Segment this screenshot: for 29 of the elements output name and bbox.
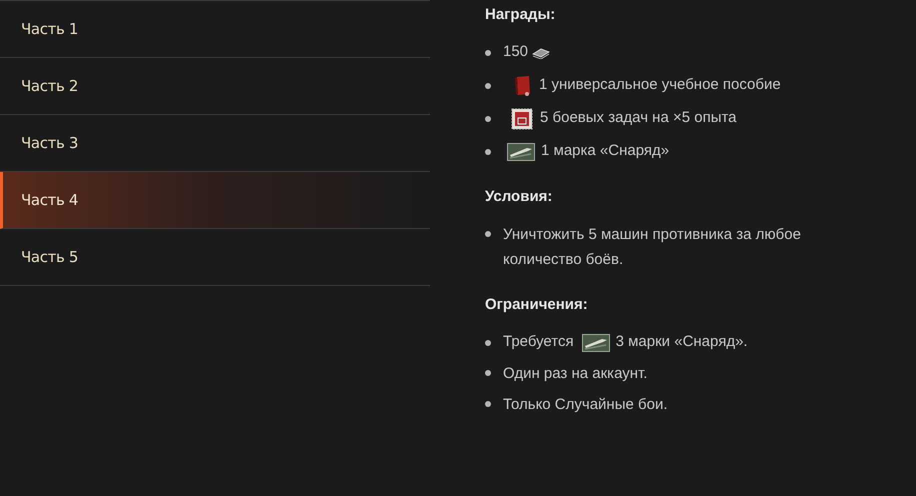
bullet-icon <box>485 50 491 56</box>
bullet-icon <box>485 340 491 346</box>
part-tab[interactable]: Часть 2 <box>0 58 430 115</box>
list-text: 3 марки «Снаряд». <box>616 332 748 352</box>
bullet-icon <box>485 231 491 237</box>
list-text: 150 <box>503 42 528 62</box>
part-tab[interactable]: Часть 1 <box>0 1 430 58</box>
bullet-icon <box>485 116 491 122</box>
bullet-icon <box>485 400 491 406</box>
list-text: 1 универсальное учебное пособие <box>539 75 781 96</box>
bullet-icon <box>485 148 491 154</box>
section-heading: Ограничения: <box>485 295 588 315</box>
shell-stamp-icon <box>582 334 610 352</box>
bonds-icon <box>532 46 550 58</box>
list-text: Уничтожить 5 машин противника за любое количество боёв. <box>503 225 802 270</box>
section-heading: Условия: <box>485 186 552 206</box>
stamp-icon <box>511 108 533 130</box>
shell-stamp-icon <box>507 142 535 160</box>
section-heading: Награды: <box>485 5 556 25</box>
bullet-icon <box>485 82 491 88</box>
part-tab[interactable]: Часть 4 <box>0 172 430 229</box>
bullet-icon <box>485 370 491 376</box>
list-text: Требуется <box>503 332 574 352</box>
list-text: Только Случайные бои. <box>503 394 668 414</box>
list-text: 5 боевых задач на ×5 опыта <box>540 108 737 128</box>
book-icon <box>513 74 533 96</box>
list-text: Один раз на аккаунт. <box>503 364 648 384</box>
part-tab[interactable]: Часть 5 <box>0 229 430 286</box>
list-text: 1 марка «Снаряд» <box>541 141 670 162</box>
